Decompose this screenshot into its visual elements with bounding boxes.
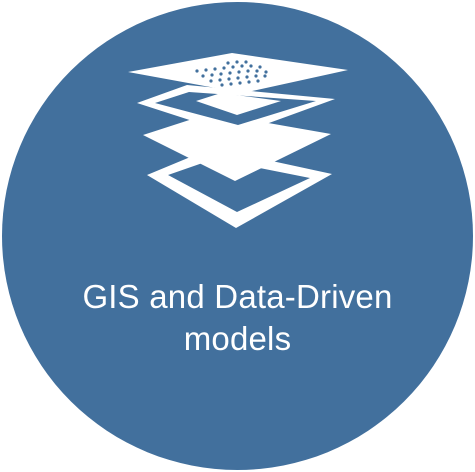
caption-line-2: models [183, 320, 292, 357]
layers-icon [128, 53, 348, 228]
caption-line-1: GIS and Data-Driven [82, 278, 393, 315]
badge-container: GIS and Data-Driven models [0, 0, 475, 472]
layer-top [128, 53, 348, 93]
badge-caption: GIS and Data-Driven models [20, 276, 455, 360]
